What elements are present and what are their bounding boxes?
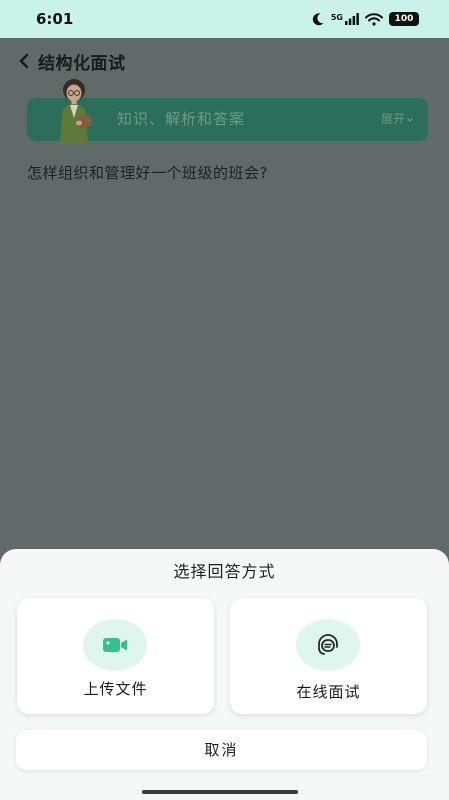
status-time: 6:01 (36, 10, 74, 28)
online-interview-label: 在线面试 (296, 683, 361, 701)
online-interview-option[interactable]: 在线面试 (230, 598, 427, 714)
upload-file-option[interactable]: 上传文件 (17, 598, 214, 714)
wifi-icon (365, 12, 383, 26)
moon-icon (311, 12, 325, 26)
upload-file-label: 上传文件 (83, 680, 148, 698)
knowledge-banner[interactable]: 知识、解析和答案 展开 (27, 79, 428, 144)
signal-icon: 5G (331, 13, 359, 25)
cancel-button[interactable]: 取消 (16, 730, 427, 770)
status-icons: 5G 100 (311, 12, 419, 26)
sheet-title: 选择回答方式 (173, 562, 276, 581)
page-title: 结构化面试 (38, 53, 126, 74)
page-header: 结构化面试 (14, 48, 126, 74)
banner-label: 知识、解析和答案 (117, 110, 246, 128)
app-screen: 6:01 5G 100 结构化面试 知识、解析和答案 展开 怎样组织和管理好一个… (0, 0, 449, 800)
headset-chat-icon (296, 619, 360, 671)
answer-method-sheet: 选择回答方式 上传文件 在线面试 取消 (0, 549, 449, 800)
chevron-left-icon[interactable] (14, 50, 34, 72)
network-type-label: 5G (330, 13, 343, 22)
expand-label: 展开 (380, 112, 405, 126)
home-indicator (142, 790, 298, 794)
chevron-down-icon (407, 117, 413, 122)
status-bar: 6:01 5G 100 (0, 0, 449, 38)
battery-icon: 100 (389, 12, 419, 26)
video-camera-icon (83, 619, 147, 671)
expand-button[interactable]: 展开 (381, 98, 414, 141)
question-text: 怎样组织和管理好一个班级的班会? (27, 164, 268, 182)
teacher-avatar (43, 76, 107, 144)
